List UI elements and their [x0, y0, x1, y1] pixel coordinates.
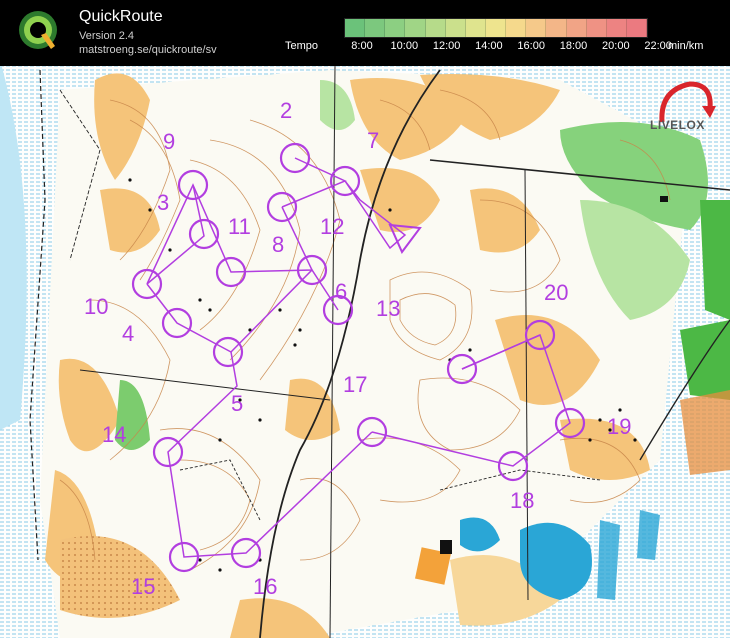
pace-scale-segment	[566, 19, 587, 37]
control-number-20: 20	[544, 280, 569, 305]
control-number-16: 16	[253, 574, 278, 599]
app-title: QuickRoute	[79, 8, 163, 25]
app-version: Version 2.4	[79, 30, 135, 42]
pace-scale-tick-label: 18:00	[559, 40, 588, 52]
pace-scale-tick-label: 10:00	[390, 40, 419, 52]
pace-scale-segment	[506, 19, 527, 37]
pace-color-scale	[344, 18, 648, 38]
pace-scale-tick-label: 16:00	[517, 40, 545, 52]
control-number-9: 9	[163, 129, 176, 154]
control-number-10: 10	[84, 294, 109, 319]
pace-unit-label: min/km	[668, 40, 704, 52]
pace-scale-segment	[365, 19, 386, 37]
control-number-7: 7	[367, 128, 380, 153]
pace-scale-segment	[405, 19, 426, 37]
control-number-5: 5	[231, 391, 244, 416]
tempo-label: Tempo	[285, 40, 319, 52]
pace-scale-segment	[425, 19, 446, 37]
quickroute-logo-icon	[19, 11, 57, 49]
control-number-14: 14	[102, 422, 127, 447]
pace-scale-segment	[586, 19, 607, 37]
livelox-label: LIVELOX	[650, 118, 705, 132]
control-number-3: 3	[157, 190, 170, 215]
pace-scale-tick-label: 14:00	[475, 40, 503, 52]
control-number-4: 4	[122, 321, 135, 346]
pace-scale-segment	[546, 19, 567, 37]
control-number-12: 12	[320, 214, 345, 239]
pace-scale-segment	[526, 19, 547, 37]
control-number-11: 11	[228, 214, 251, 239]
pace-scale-segment	[485, 19, 507, 37]
orienteering-map[interactable]: 2 3 4 5 6 7 8 9 10 11 12 13 14 15 16 17 …	[0, 66, 730, 638]
control-number-2: 2	[280, 98, 293, 123]
control-number-19: 19	[607, 414, 632, 439]
pace-scale-segment	[385, 19, 406, 37]
control-number-17: 17	[343, 372, 368, 397]
pace-scale-segment	[606, 19, 627, 37]
control-number-15: 15	[131, 574, 156, 599]
pace-scale-tick-label: 12:00	[432, 40, 461, 52]
app-header: QuickRoute Version 2.4 matstroeng.se/qui…	[0, 0, 730, 66]
map-terrain	[0, 66, 730, 638]
pace-scale-segment	[445, 19, 466, 37]
app-url: matstroeng.se/quickroute/sv	[79, 44, 217, 56]
pace-scale-tick-label: 8:00	[351, 40, 373, 52]
control-number-6: 6	[335, 279, 348, 304]
pace-scale-segment	[626, 19, 648, 37]
pace-scale-tick-label: 20:00	[602, 40, 630, 52]
pace-scale-segment	[345, 19, 366, 37]
control-number-18: 18	[510, 488, 535, 513]
pace-scale-segment	[465, 19, 486, 37]
control-number-13: 13	[376, 296, 401, 321]
control-number-8: 8	[272, 232, 285, 257]
